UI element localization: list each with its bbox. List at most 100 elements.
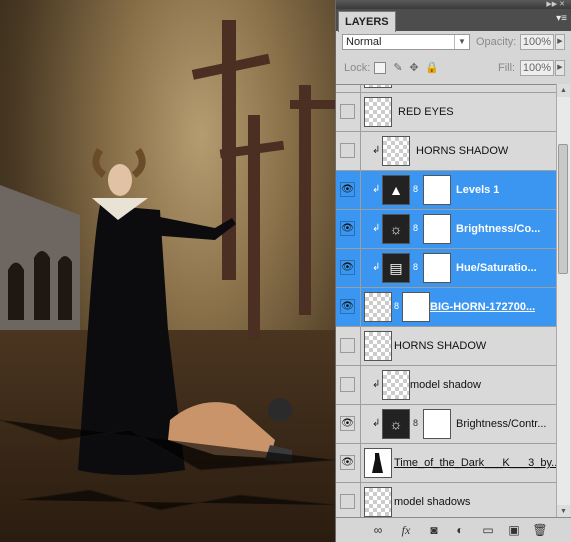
row-divider	[360, 249, 361, 287]
layer-name[interactable]: Brightness/Co...	[456, 210, 540, 248]
eye-icon[interactable]: 👁	[340, 416, 355, 431]
chain-link-icon[interactable]: 8	[413, 223, 418, 233]
layer-name[interactable]: Hue/Saturatio...	[456, 249, 537, 287]
row-divider	[360, 327, 361, 365]
layer-name[interactable]: Time_of_the_Dark___K___3_by...	[394, 444, 558, 482]
scroll-up-icon[interactable]: ▲	[557, 84, 570, 97]
layer-name[interactable]: Brightness/Contr...	[456, 405, 547, 443]
layer-name[interactable]: model shadows	[394, 483, 470, 519]
eye-icon[interactable]: 👁	[340, 299, 355, 314]
layer-thumbnail	[364, 292, 392, 322]
row-divider	[360, 85, 361, 92]
fx-icon[interactable]: fx	[398, 522, 414, 538]
layer-list: RED EYES ↲ HORNS SHADOW 👁 ↲ ▲ 8 Levels 1…	[336, 84, 558, 519]
layer-row[interactable]: model shadows	[336, 483, 558, 519]
chevron-down-icon: ▼	[454, 35, 469, 49]
layer-thumbnail	[364, 85, 392, 88]
layer-mask-thumbnail[interactable]	[423, 214, 451, 244]
layer-row[interactable]: 👁 ↲ ☼ 8 Brightness/Contr...	[336, 405, 558, 444]
blend-opacity-row: Normal ▼ Opacity: 100% ▶	[340, 32, 567, 52]
layer-row-selected[interactable]: 👁 ↲ ▲ 8 Levels 1	[336, 171, 558, 210]
brightness-adjustment-icon: ☼	[382, 409, 410, 439]
layers-bottom-toolbar: ∞ fx ◙ ◐ ▭ ▣ 🗑	[336, 517, 571, 542]
panel-tab-bar: LAYERS ▾≡	[336, 9, 571, 32]
layer-mask-thumbnail[interactable]	[423, 175, 451, 205]
layer-row[interactable]: 👁 Time_of_the_Dark___K___3_by...	[336, 444, 558, 483]
lock-position-icon[interactable]: ✥	[408, 62, 420, 74]
eye-icon[interactable]: 👁	[340, 260, 355, 275]
figure-icon	[372, 453, 383, 473]
chain-link-icon[interactable]: 8	[413, 262, 418, 272]
tab-layers[interactable]: LAYERS	[338, 11, 396, 32]
fill-field[interactable]: 100%	[520, 60, 554, 76]
layer-thumbnail	[382, 370, 410, 400]
levels-adjustment-icon: ▲	[382, 175, 410, 205]
layer-row[interactable]: HORNS SHADOW	[336, 327, 558, 366]
layer-thumbnail	[364, 331, 392, 361]
layer-row[interactable]: RED EYES	[336, 93, 558, 132]
panel-title-strip[interactable]: ▶▶ ✕	[336, 0, 571, 9]
opacity-field[interactable]: 100%	[520, 34, 554, 50]
eye-icon[interactable]: 👁	[340, 455, 355, 470]
lock-all-icon[interactable]: 🔒	[425, 62, 439, 74]
lock-transparency-icon[interactable]	[374, 62, 386, 74]
layer-name[interactable]: HORNS SHADOW	[394, 327, 486, 365]
lock-fill-row: Lock: ✎ ✥ 🔒 Fill: 100% ▶	[340, 58, 567, 78]
layer-row[interactable]: ↲ model shadow	[336, 366, 558, 405]
chain-link-icon[interactable]: 8	[413, 184, 418, 194]
panel-menu-icon[interactable]: ▾≡	[556, 14, 567, 24]
layer-row[interactable]: ↲ HORNS SHADOW	[336, 132, 558, 171]
row-divider	[360, 93, 361, 131]
row-divider	[360, 132, 361, 170]
scrollbar-thumb[interactable]	[558, 144, 568, 274]
layer-name[interactable]: RED EYES	[398, 93, 454, 131]
visibility-toggle[interactable]	[340, 377, 355, 392]
clipping-arrow-icon: ↲	[372, 379, 381, 390]
chain-link-icon[interactable]: 8	[413, 418, 418, 428]
visibility-toggle[interactable]	[340, 338, 355, 353]
row-divider	[360, 171, 361, 209]
clipping-arrow-icon: ↲	[372, 418, 381, 429]
row-divider	[360, 366, 361, 404]
clipping-arrow-icon: ↲	[372, 184, 381, 195]
visibility-toggle[interactable]	[340, 143, 355, 158]
adjustment-layer-icon[interactable]: ◐	[452, 522, 468, 538]
layer-row-partial[interactable]	[336, 85, 558, 93]
layer-mask-thumbnail[interactable]	[423, 409, 451, 439]
link-layers-icon[interactable]: ∞	[370, 522, 386, 538]
hue-saturation-adjustment-icon: ▤	[382, 253, 410, 283]
add-mask-icon[interactable]: ◙	[426, 522, 442, 538]
blend-mode-select[interactable]: Normal ▼	[342, 34, 470, 50]
eye-icon[interactable]: 👁	[340, 221, 355, 236]
new-group-icon[interactable]: ▭	[480, 522, 496, 538]
clipping-arrow-icon: ↲	[372, 145, 381, 156]
layer-name[interactable]: Levels 1	[456, 171, 499, 209]
visibility-toggle[interactable]	[340, 494, 355, 509]
collapse-icon[interactable]: ▶▶ ✕	[546, 1, 565, 8]
layer-row-selected[interactable]: 👁 ↲ ☼ 8 Brightness/Co...	[336, 210, 558, 249]
fill-label: Fill:	[498, 62, 516, 74]
clipping-arrow-icon: ↲	[372, 262, 381, 273]
document-canvas[interactable]	[0, 0, 335, 542]
fill-arrow-icon[interactable]: ▶	[555, 60, 565, 76]
chain-link-icon[interactable]: 8	[394, 301, 399, 311]
figure-thumbnail	[364, 448, 392, 478]
layer-name[interactable]: BIG-HORN-172700...	[430, 288, 535, 326]
visibility-toggle[interactable]	[340, 104, 355, 119]
lock-pixels-icon[interactable]: ✎	[392, 62, 404, 74]
layer-name[interactable]: HORNS SHADOW	[416, 132, 508, 170]
new-layer-icon[interactable]: ▣	[506, 522, 522, 538]
eye-icon[interactable]: 👁	[340, 182, 355, 197]
layer-name[interactable]: model shadow	[410, 366, 481, 404]
layer-thumbnail	[364, 487, 392, 517]
layer-thumbnail	[364, 97, 392, 127]
layer-row-selected[interactable]: 👁 8 BIG-HORN-172700...	[336, 288, 558, 327]
layer-mask-thumbnail[interactable]	[402, 292, 430, 322]
layer-list-scrollbar[interactable]: ▲ ▼	[556, 84, 570, 518]
trash-icon[interactable]: 🗑	[532, 522, 548, 538]
row-divider	[360, 288, 361, 326]
layer-row-selected[interactable]: 👁 ↲ ▤ 8 Hue/Saturatio...	[336, 249, 558, 288]
opacity-arrow-icon[interactable]: ▶	[555, 34, 565, 50]
layer-mask-thumbnail[interactable]	[423, 253, 451, 283]
row-divider	[360, 483, 361, 519]
